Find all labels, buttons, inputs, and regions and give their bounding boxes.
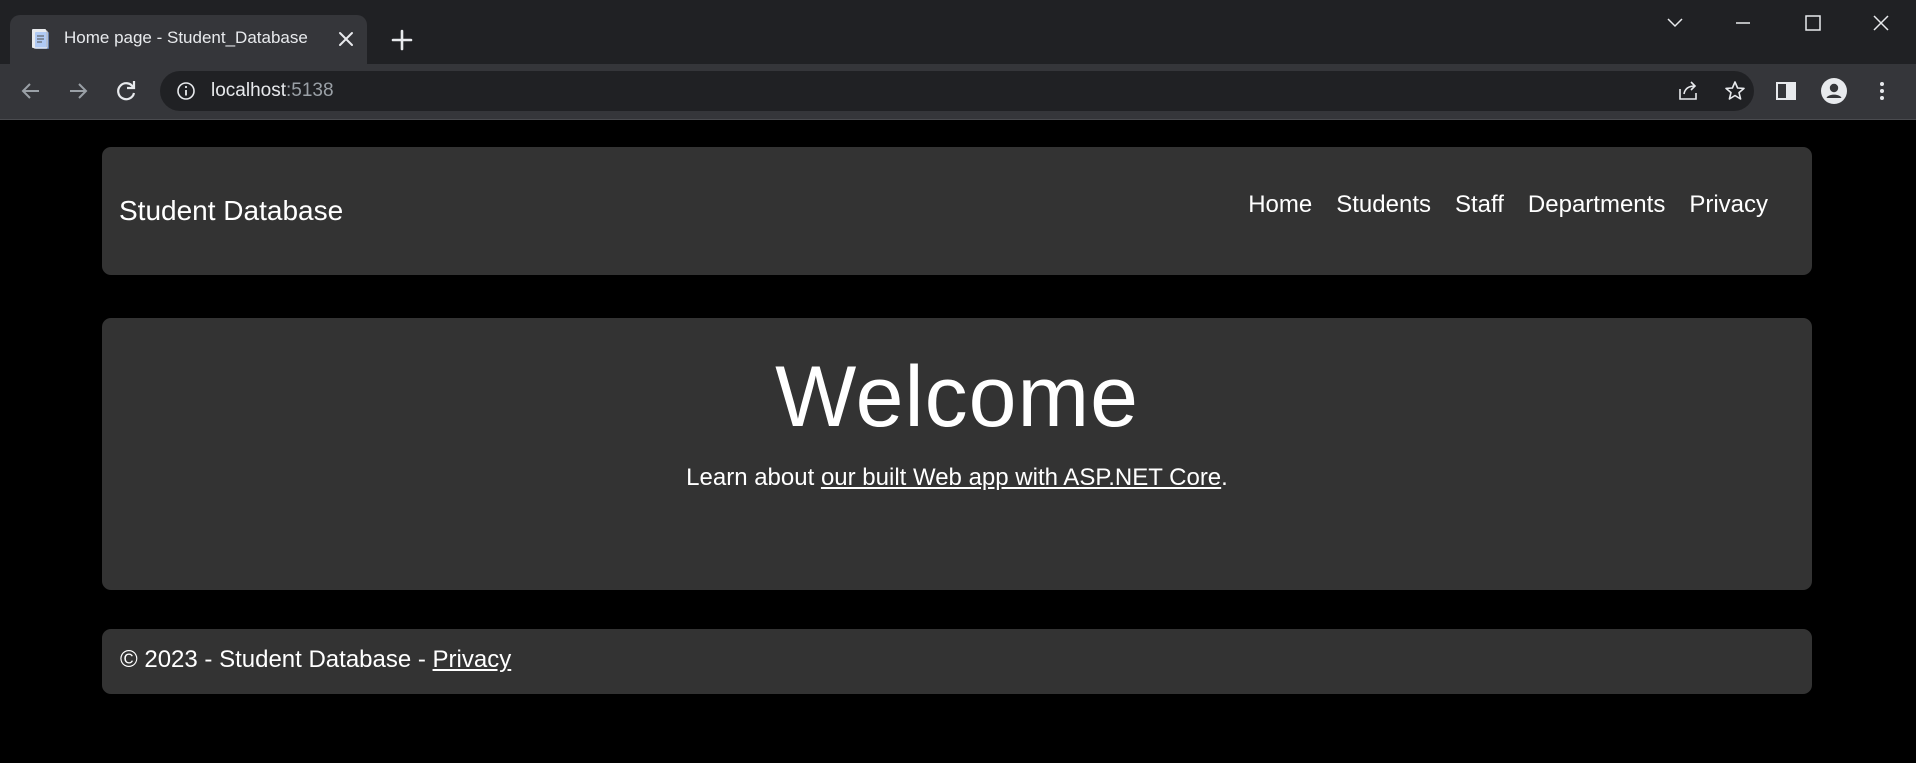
address-bar[interactable]: localhost:5138 bbox=[160, 71, 1754, 111]
footer-privacy-link[interactable]: Privacy bbox=[433, 646, 512, 673]
reload-icon[interactable] bbox=[111, 76, 141, 106]
star-icon[interactable] bbox=[1723, 79, 1747, 103]
site-footer: © 2023 - Student Database - Privacy bbox=[102, 629, 1812, 694]
welcome-heading: Welcome bbox=[775, 349, 1139, 445]
welcome-text-after: . bbox=[1221, 464, 1228, 491]
tab-title: Home page - Student_Database bbox=[64, 28, 308, 47]
minimize-icon[interactable] bbox=[1725, 10, 1761, 36]
url-port: :5138 bbox=[286, 80, 334, 101]
url-text[interactable]: localhost:5138 bbox=[211, 80, 334, 102]
navbar-brand[interactable]: Student Database bbox=[119, 195, 343, 227]
welcome-text-before: Learn about bbox=[686, 464, 821, 491]
welcome-section: Welcome Learn about our built Web app wi… bbox=[102, 318, 1812, 590]
browser-titlebar: Home page - Student_Database bbox=[0, 0, 1916, 64]
browser-tab[interactable]: Home page - Student_Database bbox=[10, 15, 367, 64]
footer-text: © 2023 - Student Database - Privacy bbox=[120, 646, 511, 674]
nav-link-home[interactable]: Home bbox=[1248, 191, 1312, 219]
share-icon[interactable] bbox=[1676, 79, 1700, 103]
site-navbar: Student Database Home Students Staff Dep… bbox=[102, 147, 1812, 275]
info-icon[interactable] bbox=[176, 81, 196, 101]
arrow-right-icon[interactable] bbox=[63, 76, 93, 106]
chevron-down-icon[interactable] bbox=[1657, 10, 1693, 36]
kebab-menu-icon[interactable] bbox=[1868, 77, 1896, 105]
close-icon[interactable] bbox=[334, 27, 358, 51]
maximize-icon[interactable] bbox=[1794, 10, 1830, 36]
aspnet-learn-link[interactable]: our built Web app with ASP.NET Core bbox=[821, 464, 1221, 491]
nav-link-departments[interactable]: Departments bbox=[1528, 191, 1665, 219]
document-icon bbox=[32, 29, 49, 49]
side-panel-icon[interactable] bbox=[1772, 77, 1800, 105]
nav-links: Home Students Staff Departments Privacy bbox=[1248, 191, 1768, 219]
arrow-left-icon[interactable] bbox=[16, 76, 46, 106]
profile-icon[interactable] bbox=[1820, 77, 1848, 105]
browser-toolbar: localhost:5138 bbox=[0, 64, 1916, 120]
welcome-text: Learn about our built Web app with ASP.N… bbox=[102, 464, 1812, 492]
nav-link-staff[interactable]: Staff bbox=[1455, 191, 1504, 219]
nav-link-students[interactable]: Students bbox=[1336, 191, 1431, 219]
url-host: localhost bbox=[211, 80, 286, 101]
close-icon[interactable] bbox=[1863, 10, 1899, 36]
copyright-text: © 2023 - Student Database - bbox=[120, 646, 433, 673]
plus-icon[interactable] bbox=[388, 26, 416, 54]
nav-link-privacy[interactable]: Privacy bbox=[1689, 191, 1768, 219]
